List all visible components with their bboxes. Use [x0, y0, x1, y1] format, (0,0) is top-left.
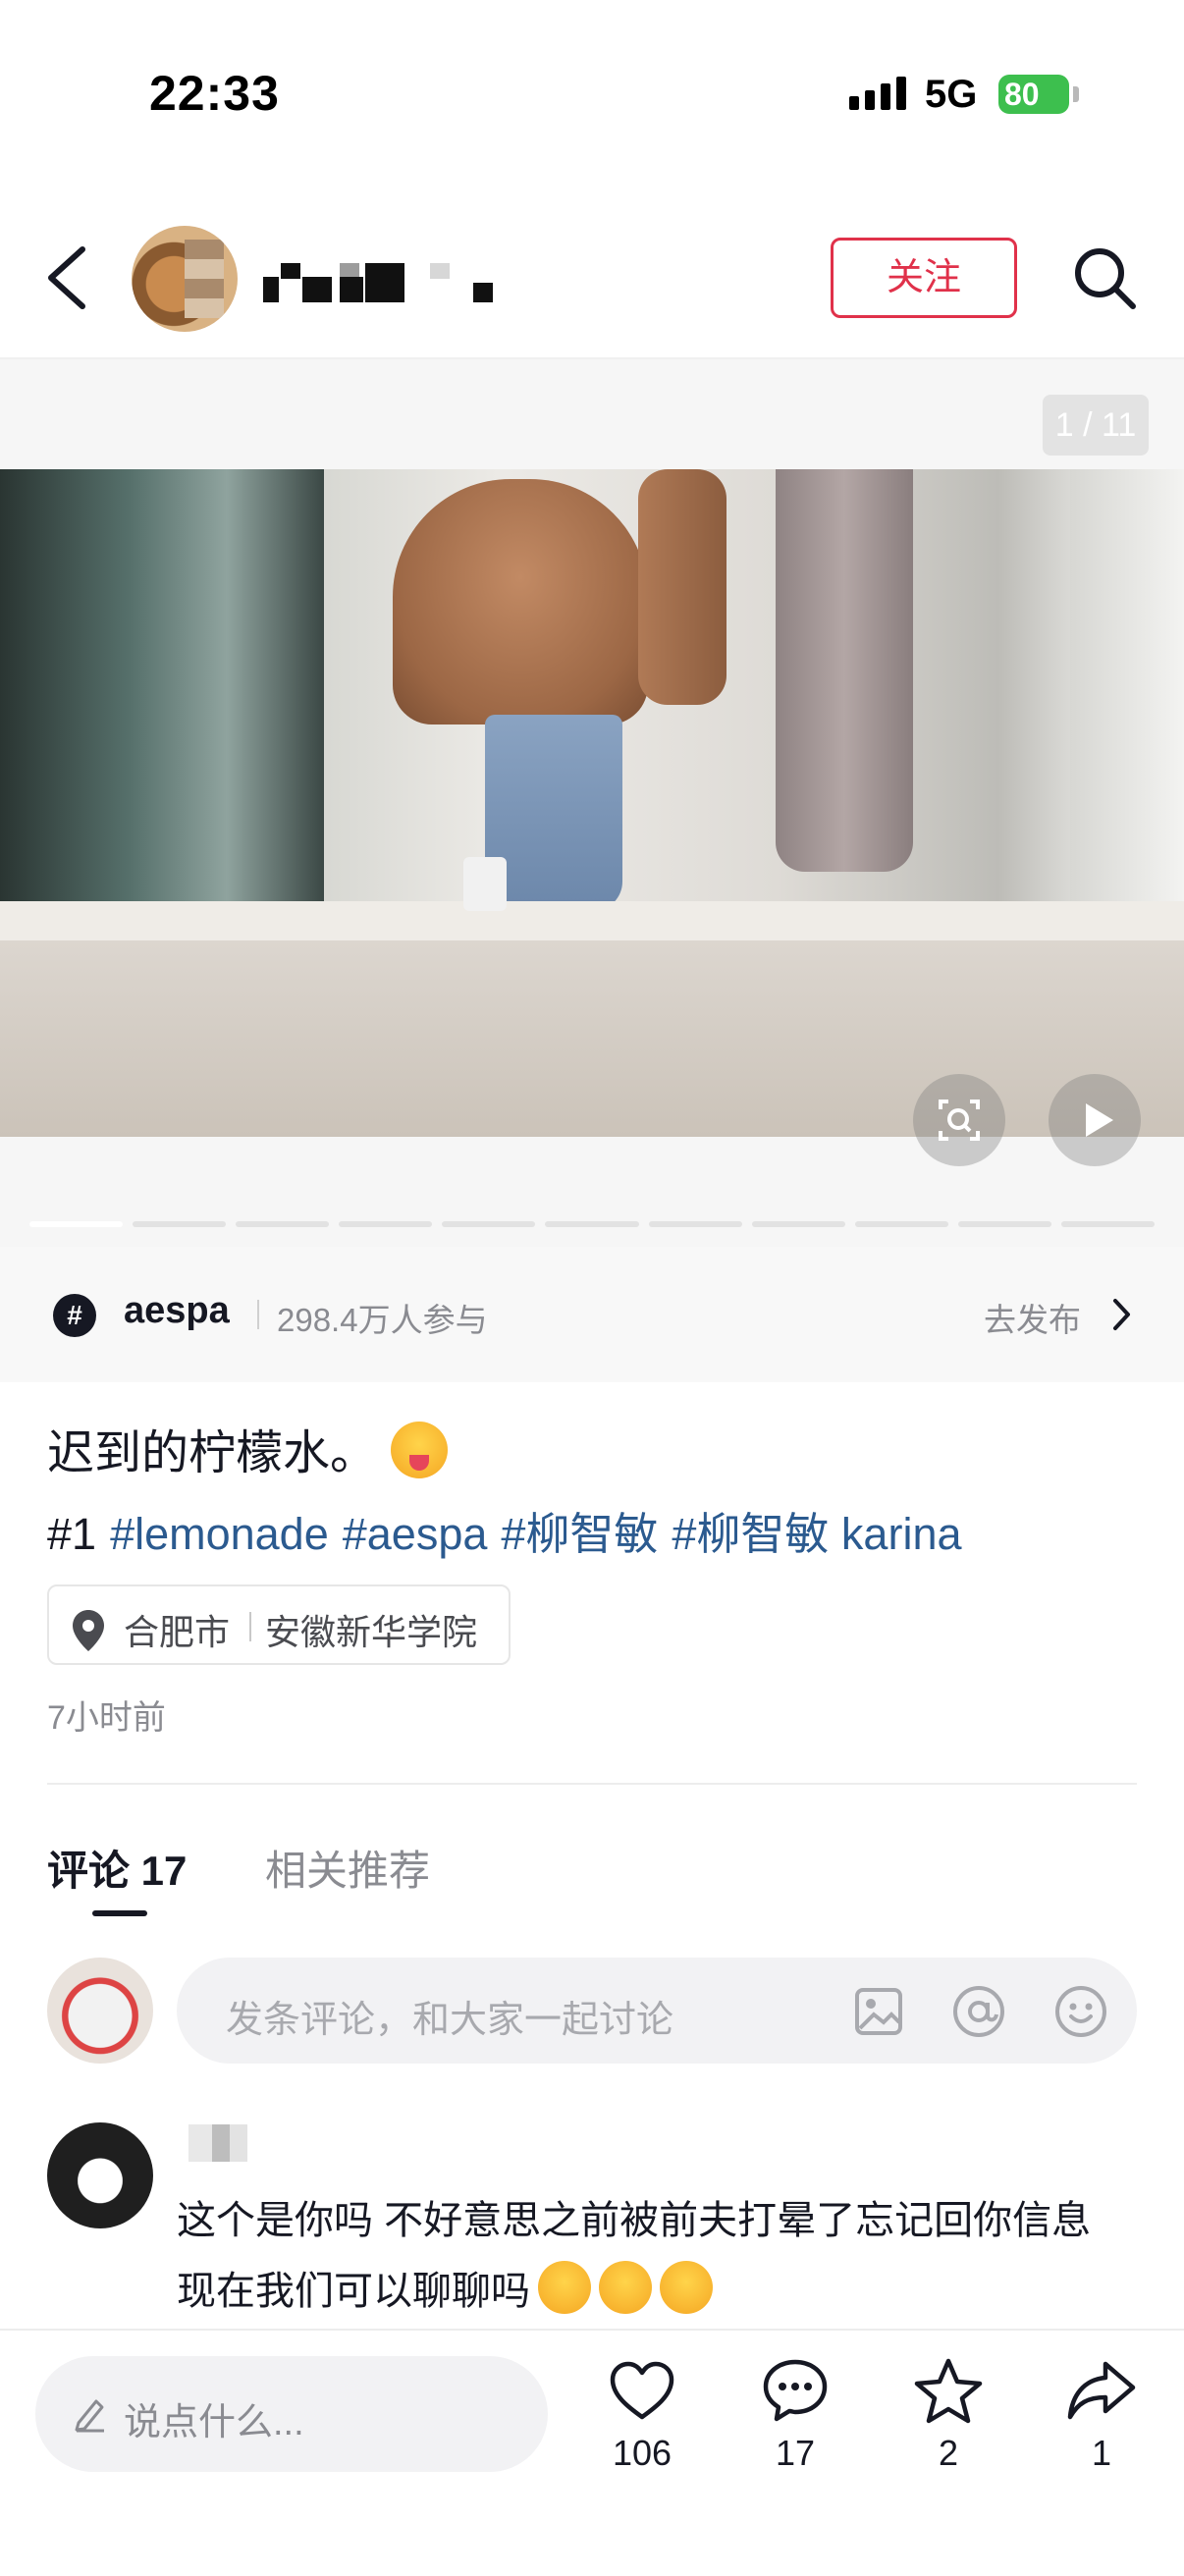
gallery-dot	[133, 1221, 227, 1227]
author-avatar[interactable]	[132, 226, 238, 332]
starstruck-emoji-icon	[538, 2261, 591, 2314]
author-name-pixelated[interactable]	[263, 263, 499, 304]
image-search-button[interactable]	[913, 1074, 1005, 1166]
gallery-dot	[545, 1221, 639, 1227]
comment-input-placeholder: 发条评论，和大家一起讨论	[226, 2000, 674, 2041]
post-photo[interactable]	[0, 469, 1184, 1137]
gallery-dot	[854, 1221, 948, 1227]
scan-icon	[939, 1100, 980, 1141]
post-time: 7小时前	[47, 1699, 166, 1737]
content-divider	[47, 1783, 1137, 1785]
back-arrow-icon[interactable]	[45, 245, 88, 310]
tab-comments[interactable]: 评论 17	[47, 1838, 187, 1898]
share-arrow-icon[interactable]	[1066, 2356, 1137, 2427]
gallery-dot	[29, 1221, 124, 1227]
favorite-count: 2	[938, 2433, 959, 2473]
pencil-icon	[75, 2399, 104, 2433]
signal-icon	[849, 77, 906, 110]
share-count: 1	[1091, 2433, 1112, 2473]
favorite-star-icon[interactable]	[913, 2356, 984, 2427]
tongue-out-emoji-icon	[391, 1422, 449, 1478]
commenter-name-pixelated[interactable]	[188, 2124, 247, 2162]
hashtag-link: #1	[47, 1509, 97, 1559]
commenter-avatar[interactable]	[47, 2122, 153, 2228]
battery-tip	[1073, 86, 1079, 102]
follow-button[interactable]: 关注	[831, 238, 1017, 318]
gallery-counter: 1 / 11	[1043, 395, 1149, 456]
gallery-dot	[339, 1221, 433, 1227]
chevron-right-icon[interactable]	[1111, 1298, 1131, 1331]
say-something-placeholder: 说点什么...	[124, 2402, 304, 2443]
location-pin-icon	[73, 1610, 104, 1651]
search-icon[interactable]	[1072, 245, 1137, 310]
hashtag-link[interactable]: #柳智敏	[501, 1509, 658, 1559]
topic-name[interactable]: aespa	[124, 1290, 230, 1332]
active-tab-indicator	[92, 1910, 147, 1916]
battery-icon: 80	[998, 75, 1069, 114]
topic-participants: 298.4万人参与	[277, 1302, 488, 1338]
post-caption: 迟到的柠檬水。	[47, 1414, 449, 1482]
comment-bubble-icon[interactable]	[760, 2356, 831, 2427]
gallery-dot	[957, 1221, 1051, 1227]
publish-link[interactable]: 去发布	[984, 1294, 1081, 1341]
topic-separator	[257, 1300, 259, 1329]
hashtag-link[interactable]: #lemonade	[110, 1509, 329, 1559]
mention-at-icon[interactable]	[952, 1985, 1005, 2038]
image-icon[interactable]	[854, 1987, 903, 2036]
gallery-dot	[442, 1221, 536, 1227]
gallery-dot	[1060, 1221, 1156, 1227]
post-hashtags: #1 #lemonade #aespa #柳智敏 #柳智敏 karina	[47, 1498, 976, 1562]
gallery-progress-dots	[29, 1221, 1156, 1229]
like-count: 106	[612, 2433, 673, 2473]
starstruck-emoji-icon	[599, 2261, 652, 2314]
hashtag-link[interactable]: #柳智敏 karina	[672, 1509, 961, 1559]
hashtag-icon: #	[53, 1294, 96, 1337]
comment-count: 17	[775, 2433, 816, 2473]
my-avatar	[47, 1958, 153, 2064]
network-type: 5G	[925, 73, 978, 116]
emoji-smile-icon[interactable]	[1054, 1985, 1107, 2038]
location-separator	[249, 1612, 251, 1641]
location-place: 安徽新华学院	[265, 1612, 478, 1652]
gallery-dot	[751, 1221, 845, 1227]
status-time: 22:33	[149, 66, 280, 121]
gallery-dot	[236, 1221, 330, 1227]
gallery-dot	[648, 1221, 742, 1227]
caption-text: 迟到的柠檬水。	[47, 1427, 378, 1479]
like-heart-icon[interactable]	[607, 2356, 677, 2427]
tab-related[interactable]: 相关推荐	[265, 1838, 430, 1898]
comment-text: 这个是你吗 不好意思之前被前夫打晕了忘记回你信息 现在我们可以聊聊吗	[177, 2185, 1119, 2327]
play-icon	[1086, 1103, 1113, 1137]
hashtag-link[interactable]: #aespa	[343, 1509, 488, 1559]
location-city: 合肥市	[124, 1612, 231, 1652]
starstruck-emoji-icon	[660, 2261, 713, 2314]
play-slideshow-button[interactable]	[1049, 1074, 1141, 1166]
